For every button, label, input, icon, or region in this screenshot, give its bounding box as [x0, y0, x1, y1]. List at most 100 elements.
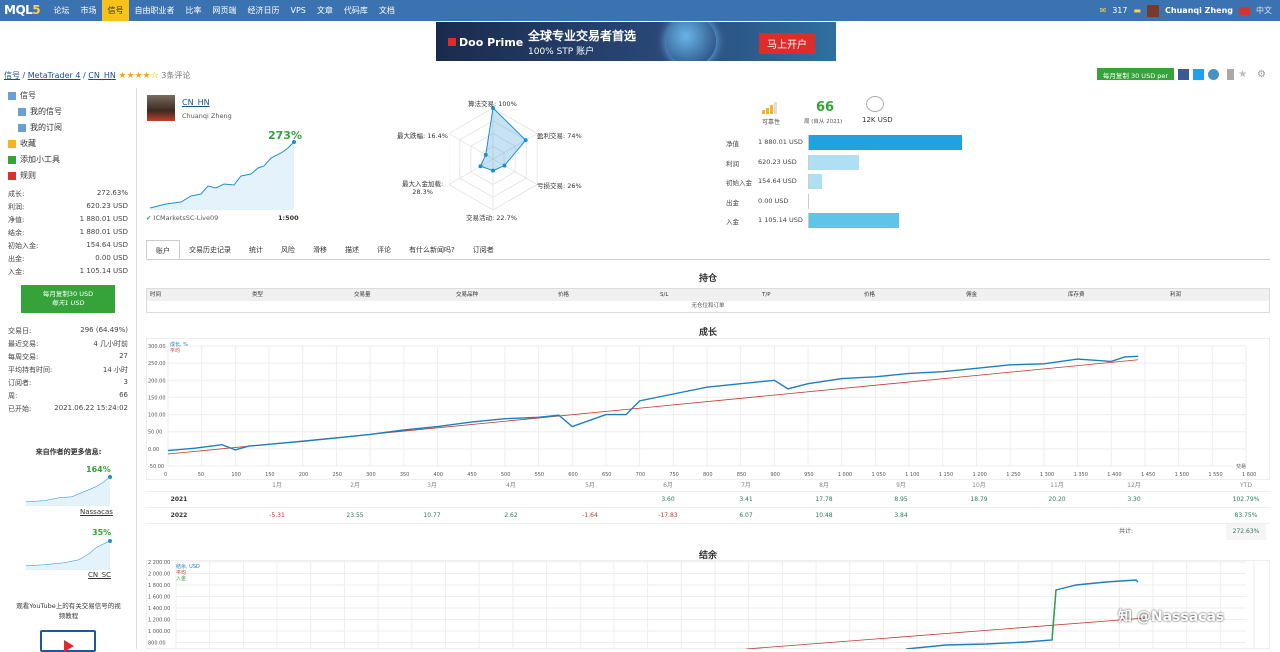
favorite-star-icon[interactable]: ★: [1238, 69, 1247, 80]
stat-row: 成长: 272.63%: [8, 189, 128, 199]
month-col-11: 12月: [1127, 482, 1141, 489]
subscribe-top-button[interactable]: 每月复制 30 USD per: [1096, 68, 1175, 80]
sidebar-label: 我的信号: [30, 107, 62, 116]
month-value: 10.48: [815, 512, 833, 519]
month-col-12: YTD: [1240, 482, 1252, 489]
credit-count[interactable]: 317: [1112, 6, 1127, 15]
radar-chart: [449, 106, 538, 211]
month-col-6: 7月: [741, 482, 751, 489]
nav-item-0[interactable]: 论坛: [48, 0, 75, 21]
month-value: 102.79%: [1232, 496, 1260, 503]
growth-xtick-25: 1 250: [1006, 472, 1020, 478]
month-value: -5.31: [269, 512, 285, 519]
growth-xtick-1: 50: [198, 472, 204, 478]
stat-row: 平均持有时间: 14 小时: [8, 365, 128, 375]
flag-icon[interactable]: [1239, 6, 1250, 15]
stat-label: 结余:: [8, 229, 25, 237]
signal-tabs: 账户 交易历史记录 统计 风险 滑移 描述 评论 有什么新闻吗? 订阅者: [146, 240, 1270, 260]
bell-icon[interactable]: ✉: [1100, 6, 1107, 15]
tab-5[interactable]: 描述: [336, 240, 368, 259]
tab-7[interactable]: 有什么新闻吗?: [400, 240, 464, 259]
nav-item-2[interactable]: 信号: [102, 0, 129, 21]
reviews-link[interactable]: 3条评论: [161, 71, 190, 80]
growth-xtick-23: 1 150: [939, 472, 953, 478]
sidebar-item-5[interactable]: 规则: [0, 168, 136, 184]
radar-label-1: 盈利交易: 74%: [537, 132, 582, 140]
tab-6[interactable]: 评论: [368, 240, 400, 259]
stat-label: 净值:: [8, 216, 25, 224]
balance-legend-2: 入金: [176, 575, 186, 582]
trash-icon[interactable]: [1227, 68, 1235, 80]
more-signal-1-chart[interactable]: [24, 472, 114, 506]
bar-label-3: 出金: [726, 198, 739, 207]
author-name[interactable]: Chuanqi Zheng: [182, 112, 232, 120]
tab-1[interactable]: 交易历史记录: [180, 240, 240, 259]
radar-point-1: [523, 138, 528, 143]
stat-value: 4 几小时前: [93, 340, 128, 348]
sidebar-item-2[interactable]: 我的订阅: [0, 120, 136, 136]
nav-item-1[interactable]: 市场: [75, 0, 102, 21]
sidebar-item-4[interactable]: 添加小工具: [0, 152, 136, 168]
nav-item-10[interactable]: 文档: [373, 0, 400, 21]
open-account-button[interactable]: 马上开户: [759, 33, 815, 54]
bar-0: [809, 135, 962, 150]
tab-2[interactable]: 统计: [240, 240, 272, 259]
breadcrumb-signal-name[interactable]: CN_HN: [88, 71, 116, 80]
doo-prime-logo: Doo Prime: [448, 36, 523, 49]
share-icon[interactable]: [1208, 68, 1220, 80]
nav-item-8[interactable]: 文章: [311, 0, 338, 21]
stat-value: 154.64 USD: [86, 241, 128, 249]
breadcrumb-signals[interactable]: 信号: [4, 71, 20, 80]
stat-label: 平均持有时间:: [8, 366, 53, 374]
month-col-5: 6月: [663, 482, 673, 489]
language-select[interactable]: 中文: [1256, 5, 1272, 16]
nav-item-6[interactable]: 经济日历: [242, 0, 285, 21]
tab-4[interactable]: 滑移: [304, 240, 336, 259]
nav-item-4[interactable]: 比率: [180, 0, 207, 21]
signal-actions: 每月复制 30 USD per ★ ⚙: [1096, 68, 1266, 80]
breadcrumb-platform[interactable]: MetaTrader 4: [28, 71, 81, 80]
nav-item-3[interactable]: 自由职业者: [129, 0, 180, 21]
youtube-text[interactable]: 观看YouTube上的有关交易信号的视 频教程: [0, 601, 137, 621]
more-signal-1-name[interactable]: Nassacas: [80, 508, 113, 516]
tab-3[interactable]: 风险: [272, 240, 304, 259]
settings-gear-icon[interactable]: ⚙: [1257, 69, 1266, 80]
more-signal-2-chart[interactable]: [24, 536, 114, 570]
nav-item-5[interactable]: 网页端: [207, 0, 242, 21]
facebook-icon[interactable]: [1178, 68, 1190, 80]
sidebar-label: 我的订阅: [30, 123, 62, 132]
bar-label-2: 初始入金: [726, 179, 752, 187]
ad-banner[interactable]: Doo Prime 全球专业交易者首选 100% STP 账户 马上开户: [436, 22, 836, 61]
radar-point-4: [478, 164, 483, 169]
stat-row: 初始入金: 154.64 USD: [8, 241, 128, 251]
positions-table: 时间 类型 交易量 交易品种 价格 S/L T/P 价格 佣金 库存费 利润 无仓位和订单: [146, 288, 1270, 313]
growth-xtick-11: 550: [535, 472, 545, 478]
stat-row: 最近交易: 4 几小时前: [8, 339, 128, 349]
more-signal-2-name[interactable]: CN_SC: [88, 571, 111, 579]
growth-xtick-22: 1 100: [905, 472, 919, 478]
broker-label[interactable]: ✔ ICMarketsSC-Live09: [146, 214, 218, 222]
growth-legend-0: 成长, %: [170, 341, 188, 348]
username[interactable]: Chuanqi Zheng: [1165, 6, 1233, 15]
nav-item-7[interactable]: VPS: [285, 0, 311, 21]
tab-0[interactable]: 账户: [146, 240, 180, 259]
mql5-logo[interactable]: MQL5: [4, 3, 41, 17]
month-value: 17.78: [815, 496, 833, 503]
twitter-icon[interactable]: [1193, 68, 1205, 80]
growth-xtick-8: 400: [434, 472, 444, 478]
stat-label: 已开始:: [8, 405, 32, 413]
wallet-icon[interactable]: ▬: [1133, 6, 1141, 15]
tab-8[interactable]: 订阅者: [464, 240, 503, 259]
sidebar-item-0[interactable]: 信号: [0, 88, 136, 104]
signal-name[interactable]: CN_HN: [182, 98, 210, 107]
subscribe-button[interactable]: 每月复制30 USD 每天1 USD: [21, 285, 115, 313]
month-col-7: 8月: [819, 482, 829, 489]
main-nav: 论坛 市场 信号 自由职业者 比率 网页端 经济日历 VPS 文章 代码库 文档: [48, 0, 400, 21]
avatar[interactable]: [1147, 4, 1160, 17]
positions-col-7: 价格: [864, 292, 876, 298]
growth-xtick-28: 1 400: [1107, 472, 1121, 478]
sidebar-label: 信号: [20, 91, 36, 100]
sidebar-item-1[interactable]: 我的信号: [0, 104, 136, 120]
nav-item-9[interactable]: 代码库: [338, 0, 373, 21]
sidebar-item-3[interactable]: 收藏: [0, 136, 136, 152]
